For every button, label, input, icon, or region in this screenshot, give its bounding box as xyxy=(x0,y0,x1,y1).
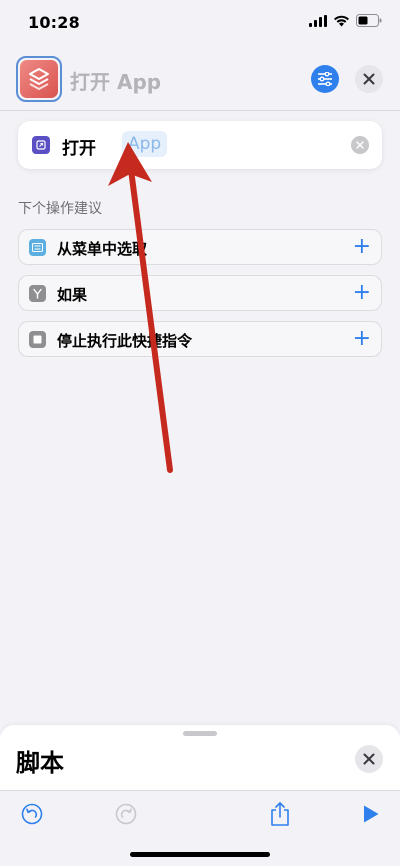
stop-square-icon xyxy=(29,331,46,348)
status-icons xyxy=(309,14,382,27)
add-suggestion-icon[interactable]: + xyxy=(353,326,371,352)
clear-icon xyxy=(356,141,364,149)
signal-icon xyxy=(309,14,327,27)
close-icon xyxy=(363,753,375,765)
suggestion-if[interactable]: 如果 + xyxy=(18,275,382,311)
undo-icon xyxy=(21,803,43,825)
suggestion-label: 从菜单中选取 xyxy=(57,240,148,258)
sheet-grabber[interactable] xyxy=(183,731,217,736)
suggestion-label: 停止执行此快捷指令 xyxy=(57,332,193,350)
undo-button[interactable] xyxy=(17,799,47,829)
shortcuts-app-icon xyxy=(20,60,58,98)
share-button[interactable] xyxy=(265,799,295,829)
sheet-close-button[interactable] xyxy=(355,745,383,773)
app-parameter-field[interactable]: App xyxy=(122,131,168,157)
redo-button[interactable] xyxy=(111,799,141,829)
status-bar: 10:28 xyxy=(0,0,400,48)
home-indicator[interactable] xyxy=(130,852,270,857)
suggestion-choose-from-menu[interactable]: 从菜单中选取 + xyxy=(18,229,382,265)
redo-icon xyxy=(115,803,137,825)
shortcut-header: 打开 App xyxy=(0,52,400,111)
wifi-icon xyxy=(334,15,349,26)
remove-action-button[interactable] xyxy=(351,136,369,154)
run-button[interactable] xyxy=(356,799,386,829)
sheet-title: 脚本 xyxy=(16,749,64,777)
close-button[interactable] xyxy=(355,65,383,93)
suggestions-title: 下个操作建议 xyxy=(18,201,102,217)
suggestion-stop-shortcut[interactable]: 停止执行此快捷指令 + xyxy=(18,321,382,357)
shortcut-icon-button[interactable] xyxy=(16,56,62,102)
add-suggestion-icon[interactable]: + xyxy=(353,234,371,260)
open-app-icon xyxy=(32,136,50,154)
open-app-action-card[interactable]: 打开 App xyxy=(18,121,382,169)
play-icon xyxy=(364,805,379,823)
action-verb: 打开 xyxy=(62,139,96,159)
branch-icon xyxy=(29,285,46,302)
share-icon xyxy=(271,802,289,826)
suggestion-label: 如果 xyxy=(57,286,88,304)
menu-list-icon xyxy=(29,239,46,256)
status-time: 10:28 xyxy=(28,13,80,32)
close-icon xyxy=(363,73,375,85)
shortcut-title[interactable]: 打开 App xyxy=(70,66,161,95)
add-suggestion-icon[interactable]: + xyxy=(353,280,371,306)
sliders-icon xyxy=(318,72,332,86)
settings-button[interactable] xyxy=(311,65,339,93)
battery-icon xyxy=(356,14,382,27)
